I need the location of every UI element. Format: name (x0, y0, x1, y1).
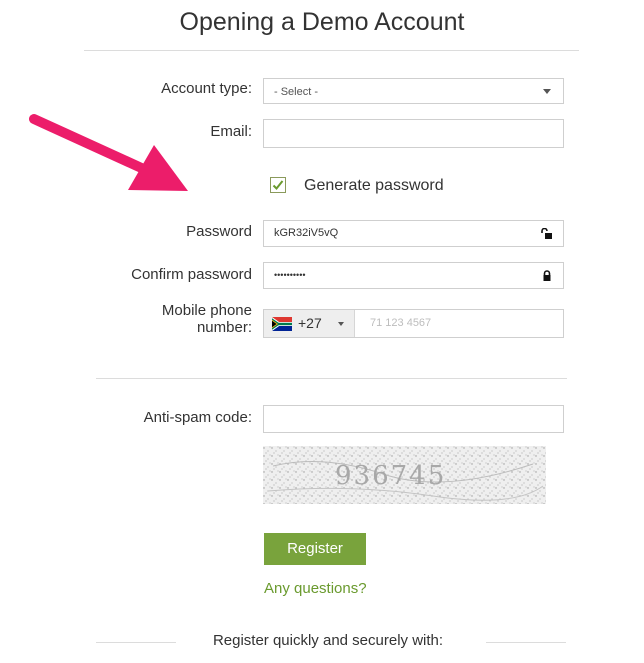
country-caret-icon (338, 322, 344, 326)
confirm-password-label: Confirm password (131, 266, 252, 283)
unlock-icon (541, 228, 552, 239)
phone-input-placeholder: 71 123 4567 (370, 317, 432, 329)
antispam-label: Anti-spam code: (143, 409, 252, 426)
account-type-value: - Select - (274, 86, 319, 98)
confirm-password-field[interactable]: •••••••••• (263, 262, 564, 289)
account-type-label: Account type: (161, 80, 252, 97)
captcha-text: 936745 (335, 461, 446, 491)
social-divider-right (486, 642, 566, 643)
confirm-password-value: •••••••••• (274, 270, 306, 280)
account-type-select[interactable]: - Select - (263, 78, 564, 104)
country-code-select[interactable]: +27 (264, 310, 355, 337)
social-register-text: Register quickly and securely with: (212, 632, 444, 649)
form-divider (96, 378, 567, 379)
any-questions-link[interactable]: Any questions? (264, 580, 367, 597)
country-code-value: +27 (298, 315, 322, 331)
mobile-phone-label-line2: number: (196, 319, 252, 336)
register-button[interactable]: Register (264, 533, 366, 565)
password-field[interactable]: kGR32iV5vQ (263, 220, 564, 247)
generate-password-label: Generate password (304, 177, 444, 194)
email-label: Email: (210, 123, 252, 140)
lock-icon (543, 270, 551, 281)
email-field[interactable] (263, 119, 564, 148)
captcha-image: 936745 (263, 446, 546, 504)
antispam-input[interactable] (263, 405, 564, 433)
mobile-phone-label: Mobile phone number: (162, 302, 252, 336)
page-title: Opening a Demo Account (179, 8, 465, 36)
password-value: kGR32iV5vQ (274, 227, 339, 239)
chevron-down-icon (543, 89, 551, 94)
south-africa-flag-icon (272, 317, 292, 331)
social-divider-left (96, 642, 176, 643)
annotation-arrow-icon (29, 114, 188, 191)
password-label: Password (186, 223, 252, 240)
generate-password-checkbox[interactable] (270, 177, 286, 193)
mobile-phone-label-line1: Mobile phone (161, 302, 252, 319)
mobile-phone-field[interactable]: +27 71 123 4567 (263, 309, 564, 338)
checkmark-icon (272, 180, 284, 190)
title-divider (84, 50, 579, 51)
